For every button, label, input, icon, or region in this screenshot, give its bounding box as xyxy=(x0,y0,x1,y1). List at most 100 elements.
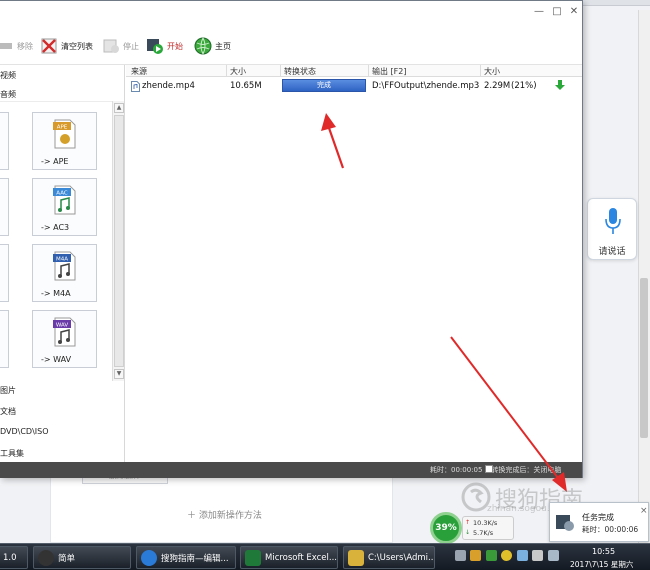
format-label-ape: -> APE xyxy=(41,157,69,166)
category-dvd-cd-iso[interactable]: DVD\CD\ISO xyxy=(0,427,49,436)
folder-icon xyxy=(348,549,364,566)
start-icon xyxy=(147,39,163,54)
header-separator xyxy=(226,65,227,77)
maximize-button[interactable]: □ xyxy=(550,5,564,19)
header-output-size[interactable]: 大小 xyxy=(484,66,500,77)
close-button[interactable]: ✕ xyxy=(567,5,581,19)
scroll-up-arrow-icon[interactable]: ▲ xyxy=(114,103,124,113)
aac-file-icon: AAC xyxy=(53,185,76,215)
taskbar-item-browser[interactable]: 搜狗指南—编辑... xyxy=(136,546,236,569)
page-scrollbar-thumb[interactable] xyxy=(640,278,648,438)
table-row[interactable]: zhende.mp4 10.65M 完成 D:\FFOutput\zhende.… xyxy=(126,78,582,94)
volume-tray-icon[interactable] xyxy=(548,550,559,561)
taskbar-item-label: C:\Users\Admi... xyxy=(368,552,435,563)
taskbar-item-explorer[interactable]: C:\Users\Admi... xyxy=(343,546,435,569)
notification-app-icon xyxy=(556,515,574,531)
page-scrollbar[interactable] xyxy=(638,10,650,543)
notification-close-icon[interactable]: × xyxy=(640,506,648,516)
format-tile-wav[interactable]: WAV -> WAV xyxy=(32,310,97,368)
keyboard-tray-icon[interactable] xyxy=(455,550,466,561)
download-speed-arrow-icon: ↓ xyxy=(465,529,471,536)
taskbar-item-partial[interactable]: 1.0 xyxy=(0,546,28,569)
category-panel: 视频 音频 APE -> APE AAC -> AC3 M4A -> M4A W… xyxy=(0,65,125,462)
upload-speed: 10.3K/s xyxy=(473,519,498,527)
svg-text:APE: APE xyxy=(57,125,68,131)
svg-text:AAC: AAC xyxy=(56,191,68,197)
notification-elapsed: 耗时：00:00:06 xyxy=(582,525,639,534)
shield-tray-icon[interactable] xyxy=(486,550,497,561)
stop-button[interactable]: 停止 xyxy=(102,35,139,57)
format-tile-m4a[interactable]: M4A -> M4A xyxy=(32,244,97,302)
clock-date[interactable]: 2017\7\15 星期六 xyxy=(570,559,633,570)
format-label-m4a: -> M4A xyxy=(41,289,71,298)
header-separator xyxy=(280,65,281,77)
svg-text:M4A: M4A xyxy=(56,257,68,263)
conversion-status-bar: 完成 xyxy=(282,79,366,92)
category-image[interactable]: 图片 xyxy=(0,385,16,396)
format-tile-ape[interactable]: APE -> APE xyxy=(32,112,97,170)
remove-icon xyxy=(0,43,12,49)
format-tile-partial[interactable] xyxy=(0,112,9,170)
clear-list-button[interactable]: 清空列表 xyxy=(40,35,93,57)
category-audio[interactable]: 音频 xyxy=(0,89,16,100)
notification-title: 任务完成 xyxy=(582,513,614,522)
home-button[interactable]: 主页 xyxy=(194,35,231,57)
taskbar-item-label: Microsoft Excel... xyxy=(265,552,338,563)
category-toolset[interactable]: 工具集 xyxy=(0,448,24,459)
add-method-link[interactable]: ＋ 添加新操作方法 xyxy=(187,508,262,521)
category-video[interactable]: 视频 xyxy=(0,70,16,81)
flag-tray-icon[interactable] xyxy=(532,550,543,561)
upload-arrow-icon: ↑ xyxy=(465,519,471,526)
row-output-size: 2.29M xyxy=(484,81,511,91)
excel-icon xyxy=(245,549,261,566)
header-separator xyxy=(480,65,481,77)
home-label: 主页 xyxy=(215,41,231,51)
window-titlebar: — □ ✕ xyxy=(0,1,582,23)
audio-format-grid: APE -> APE AAC -> AC3 M4A -> M4A WAV -> … xyxy=(0,101,112,381)
start-label: 开始 xyxy=(167,41,183,51)
remove-button[interactable]: 移除 xyxy=(0,35,33,57)
taskbar-item-excel[interactable]: Microsoft Excel... xyxy=(240,546,338,569)
start-button[interactable]: 开始 xyxy=(146,35,183,57)
task-list-header: 来源 大小 转换状态 输出 [F2] 大小 xyxy=(126,65,582,77)
clock-time[interactable]: 10:55 xyxy=(592,547,615,556)
row-ratio: (21%) xyxy=(511,81,537,91)
format-tile-partial[interactable] xyxy=(0,178,9,236)
format-factory-window: — □ ✕ 移除 清空列表 停止 开始 主页 视频 音频 APE -> APE … xyxy=(0,0,583,478)
format-label-wav: -> WAV xyxy=(41,355,72,364)
network-tray-icon[interactable] xyxy=(517,550,528,561)
toolbar: 移除 清空列表 停止 开始 主页 xyxy=(0,23,582,65)
svg-text:WAV: WAV xyxy=(56,323,69,329)
add-method-label: 添加新操作方法 xyxy=(198,511,262,521)
format-tile-partial[interactable] xyxy=(0,310,9,368)
download-arrow-icon[interactable] xyxy=(554,79,566,91)
download-speed: 5.7K/s xyxy=(473,529,494,537)
format-tile-ac3[interactable]: AAC -> AC3 xyxy=(32,178,97,236)
after-convert-checkbox[interactable] xyxy=(485,465,493,473)
scroll-down-arrow-icon[interactable]: ▼ xyxy=(114,369,124,379)
memory-usage-ring[interactable]: 39% xyxy=(430,512,462,544)
microphone-icon xyxy=(605,208,621,234)
antivirus-tray-icon[interactable] xyxy=(470,550,481,561)
qq-tray-icon[interactable] xyxy=(501,550,512,561)
voice-input-widget[interactable]: 请说话 xyxy=(587,198,637,260)
header-source[interactable]: 来源 xyxy=(131,66,147,77)
network-speed-panel[interactable]: ↑ 10.3K/s ↓ 5.7K/s xyxy=(462,516,514,540)
header-output[interactable]: 输出 [F2] xyxy=(372,66,406,77)
minimize-button[interactable]: — xyxy=(532,5,546,19)
format-grid-scrollbar[interactable]: ▲ ▼ xyxy=(112,101,124,381)
category-document[interactable]: 文档 xyxy=(0,406,16,417)
taskbar-item-label: 简单 xyxy=(58,553,76,564)
row-output: D:\FFOutput\zhende.mp3 xyxy=(372,81,480,91)
header-size[interactable]: 大小 xyxy=(230,66,246,77)
sogou-browser-icon xyxy=(141,549,157,566)
format-grid-scroll-thumb[interactable] xyxy=(114,115,124,367)
taskbar-item-qq[interactable]: 简单 xyxy=(33,546,131,569)
format-tile-partial[interactable] xyxy=(0,244,9,302)
header-separator xyxy=(368,65,369,77)
audio-file-icon xyxy=(131,81,140,92)
task-complete-notification[interactable]: 任务完成 耗时：00:00:06 × xyxy=(549,502,649,542)
lower-categories: 图片 文档 DVD\CD\ISO 工具集 xyxy=(0,381,124,462)
avatar-icon xyxy=(38,549,54,566)
header-status[interactable]: 转换状态 xyxy=(284,66,316,77)
